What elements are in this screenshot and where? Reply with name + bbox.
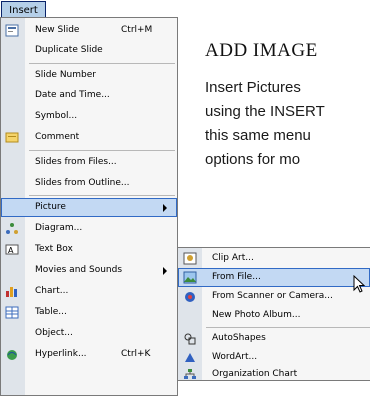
menu-separator bbox=[206, 327, 370, 328]
slide-body-line: Insert Pictures bbox=[205, 79, 301, 96]
slide-body-line: this same menu bbox=[205, 127, 311, 144]
menu-item-slides-from-files[interactable]: Slides from Files... bbox=[1, 153, 177, 172]
svg-text:A: A bbox=[8, 246, 14, 255]
menu-separator bbox=[29, 63, 175, 64]
new-slide-icon bbox=[5, 24, 19, 37]
table-icon bbox=[5, 306, 19, 319]
from-file-icon bbox=[183, 271, 197, 284]
menu-separator bbox=[29, 150, 175, 151]
wordart-icon bbox=[185, 353, 195, 362]
menu-item-slides-from-outline[interactable]: Slides from Outline... bbox=[1, 174, 177, 193]
menu-item-slide-number[interactable]: Slide Number bbox=[1, 66, 177, 85]
menu-item-table[interactable]: Table... bbox=[1, 303, 177, 322]
menu-item-date-time[interactable]: Date and Time... bbox=[1, 86, 177, 105]
menu-item-symbol[interactable]: Symbol... bbox=[1, 107, 177, 126]
menu-item-comment[interactable]: Comment bbox=[1, 128, 177, 147]
slide-title: ADD IMAGE bbox=[205, 40, 318, 61]
submenu-item-scanner-camera[interactable]: From Scanner or Camera... bbox=[178, 287, 370, 306]
mouse-cursor-icon bbox=[353, 275, 366, 293]
chart-icon bbox=[6, 287, 17, 297]
menu-item-hyperlink[interactable]: Hyperlink... Ctrl+K bbox=[1, 345, 177, 364]
menu-separator bbox=[29, 195, 175, 196]
slide-body-line: using the INSERT bbox=[205, 103, 325, 120]
diagram-icon bbox=[6, 223, 18, 234]
text-box-icon: A bbox=[5, 244, 19, 255]
submenu-item-new-photo-album[interactable]: New Photo Album... bbox=[178, 306, 370, 325]
submenu-item-autoshapes[interactable]: AutoShapes bbox=[178, 329, 370, 348]
autoshapes-icon bbox=[184, 333, 196, 345]
picture-submenu: Clip Art... From File... From Scanner or… bbox=[177, 247, 370, 381]
scanner-icon bbox=[185, 292, 195, 302]
org-chart-icon bbox=[184, 369, 196, 379]
menu-insert[interactable]: Insert bbox=[1, 1, 46, 18]
clip-art-icon bbox=[183, 252, 197, 265]
slide-body-line: options for mo bbox=[205, 151, 301, 168]
insert-menu: New Slide Ctrl+M Duplicate Slide Slide N… bbox=[0, 17, 178, 396]
menu-item-movies-sounds[interactable]: Movies and Sounds bbox=[1, 261, 177, 280]
submenu-item-clip-art[interactable]: Clip Art... bbox=[178, 249, 370, 268]
menu-item-chart[interactable]: Chart... bbox=[1, 282, 177, 301]
submenu-item-organization-chart[interactable]: Organization Chart bbox=[178, 365, 370, 384]
comment-icon bbox=[5, 132, 19, 143]
hyperlink-icon bbox=[7, 350, 17, 360]
menu-item-text-box[interactable]: A Text Box bbox=[1, 240, 177, 259]
submenu-arrow-icon bbox=[163, 204, 167, 212]
slide-body: Insert Pictures using the INSERT this sa… bbox=[205, 76, 370, 196]
menu-item-duplicate-slide[interactable]: Duplicate Slide bbox=[1, 41, 177, 60]
menu-item-picture[interactable]: Picture bbox=[1, 198, 177, 217]
submenu-arrow-icon bbox=[163, 267, 167, 275]
submenu-item-from-file[interactable]: From File... bbox=[178, 268, 370, 287]
menu-item-new-slide[interactable]: New Slide Ctrl+M bbox=[1, 21, 177, 40]
menu-item-diagram[interactable]: Diagram... bbox=[1, 219, 177, 238]
menu-item-object[interactable]: Object... bbox=[1, 324, 177, 343]
